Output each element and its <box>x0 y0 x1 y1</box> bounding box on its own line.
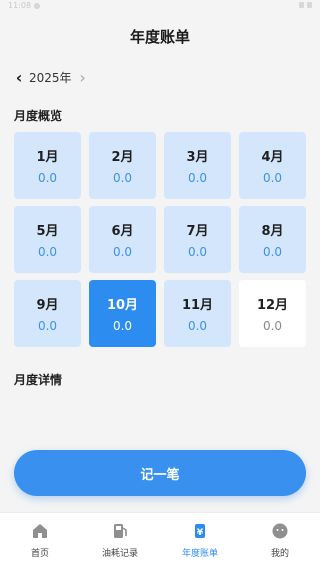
tab-label: 首页 <box>30 549 49 559</box>
tab-fuel-records[interactable]: 油耗记录 <box>80 513 160 569</box>
chevron-left-icon[interactable]: ‹ <box>12 67 26 87</box>
status-time: 11:08 <box>8 1 32 10</box>
home-icon <box>30 521 50 541</box>
month-card[interactable]: 9月 0.0 <box>14 280 81 347</box>
wifi-icon <box>299 2 304 8</box>
tab-profile[interactable]: 我的 <box>240 513 320 569</box>
tab-annual-bill[interactable]: ¥ 年度账单 <box>160 513 240 569</box>
month-card[interactable]: 2月 0.0 <box>89 132 156 199</box>
bill-icon: ¥ <box>190 521 210 541</box>
month-amount: 0.0 <box>37 245 58 259</box>
month-label: 2月 <box>111 150 134 165</box>
month-amount: 0.0 <box>112 319 133 333</box>
month-label: 6月 <box>111 224 134 239</box>
tab-label: 油耗记录 <box>101 549 138 559</box>
fuel-pump-icon <box>110 521 130 541</box>
month-amount: 0.0 <box>37 319 58 333</box>
month-label: 9月 <box>36 298 59 313</box>
tab-home[interactable]: 首页 <box>0 513 80 569</box>
chevron-right-icon[interactable]: › <box>76 67 90 87</box>
bottom-tab-bar: 首页 油耗记录 ¥ 年度账单 我的 <box>0 512 320 569</box>
month-card[interactable]: 4月 0.0 <box>239 132 306 199</box>
month-label: 3月 <box>186 150 209 165</box>
month-amount: 0.0 <box>262 245 283 259</box>
month-label: 10月 <box>106 298 139 313</box>
month-card-selected[interactable]: 10月 0.0 <box>89 280 156 347</box>
month-card[interactable]: 8月 0.0 <box>239 206 306 273</box>
month-amount: 0.0 <box>187 319 208 333</box>
status-icons <box>299 2 312 8</box>
month-amount: 0.0 <box>262 319 283 333</box>
status-bar: 11:08 <box>0 0 320 12</box>
month-label: 4月 <box>261 150 284 165</box>
month-grid: 1月 0.0 2月 0.0 3月 0.0 4月 0.0 5月 0.0 6月 0.0 7月 0.… <box>14 132 306 347</box>
month-amount: 0.0 <box>112 171 133 185</box>
notification-icon <box>34 3 40 9</box>
battery-icon <box>307 2 312 8</box>
month-amount: 0.0 <box>37 171 58 185</box>
svg-text:¥: ¥ <box>197 528 204 538</box>
month-card[interactable]: 6月 0.0 <box>89 206 156 273</box>
month-label: 7月 <box>186 224 209 239</box>
month-card[interactable]: 5月 0.0 <box>14 206 81 273</box>
month-label: 8月 <box>261 224 284 239</box>
year-label: 2025年 <box>29 70 72 85</box>
month-amount: 0.0 <box>112 245 133 259</box>
profile-icon <box>270 521 290 541</box>
month-label: 1月 <box>36 150 59 165</box>
month-amount: 0.0 <box>187 245 208 259</box>
month-card[interactable]: 1月 0.0 <box>14 132 81 199</box>
overview-section-title: 月度概览 <box>14 109 63 123</box>
month-card[interactable]: 11月 0.0 <box>164 280 231 347</box>
tab-label: 我的 <box>270 549 289 559</box>
record-expense-button[interactable]: 记一笔 <box>14 450 306 496</box>
tab-label: 年度账单 <box>181 549 218 559</box>
month-card-future[interactable]: 12月 0.0 <box>239 280 306 347</box>
month-label: 12月 <box>256 298 289 313</box>
month-card[interactable]: 7月 0.0 <box>164 206 231 273</box>
month-label: 5月 <box>36 224 59 239</box>
year-navigator: ‹ 2025年 › <box>12 67 90 87</box>
month-amount: 0.0 <box>262 171 283 185</box>
page-title: 年度账单 <box>129 28 190 46</box>
month-amount: 0.0 <box>187 171 208 185</box>
screen: 11:08 年度账单 ‹ 2025年 › 月度概览 1月 0.0 2月 0.0 3月… <box>0 0 320 569</box>
month-card[interactable]: 3月 0.0 <box>164 132 231 199</box>
details-section-title: 月度详情 <box>14 373 63 387</box>
month-label: 11月 <box>181 298 214 313</box>
